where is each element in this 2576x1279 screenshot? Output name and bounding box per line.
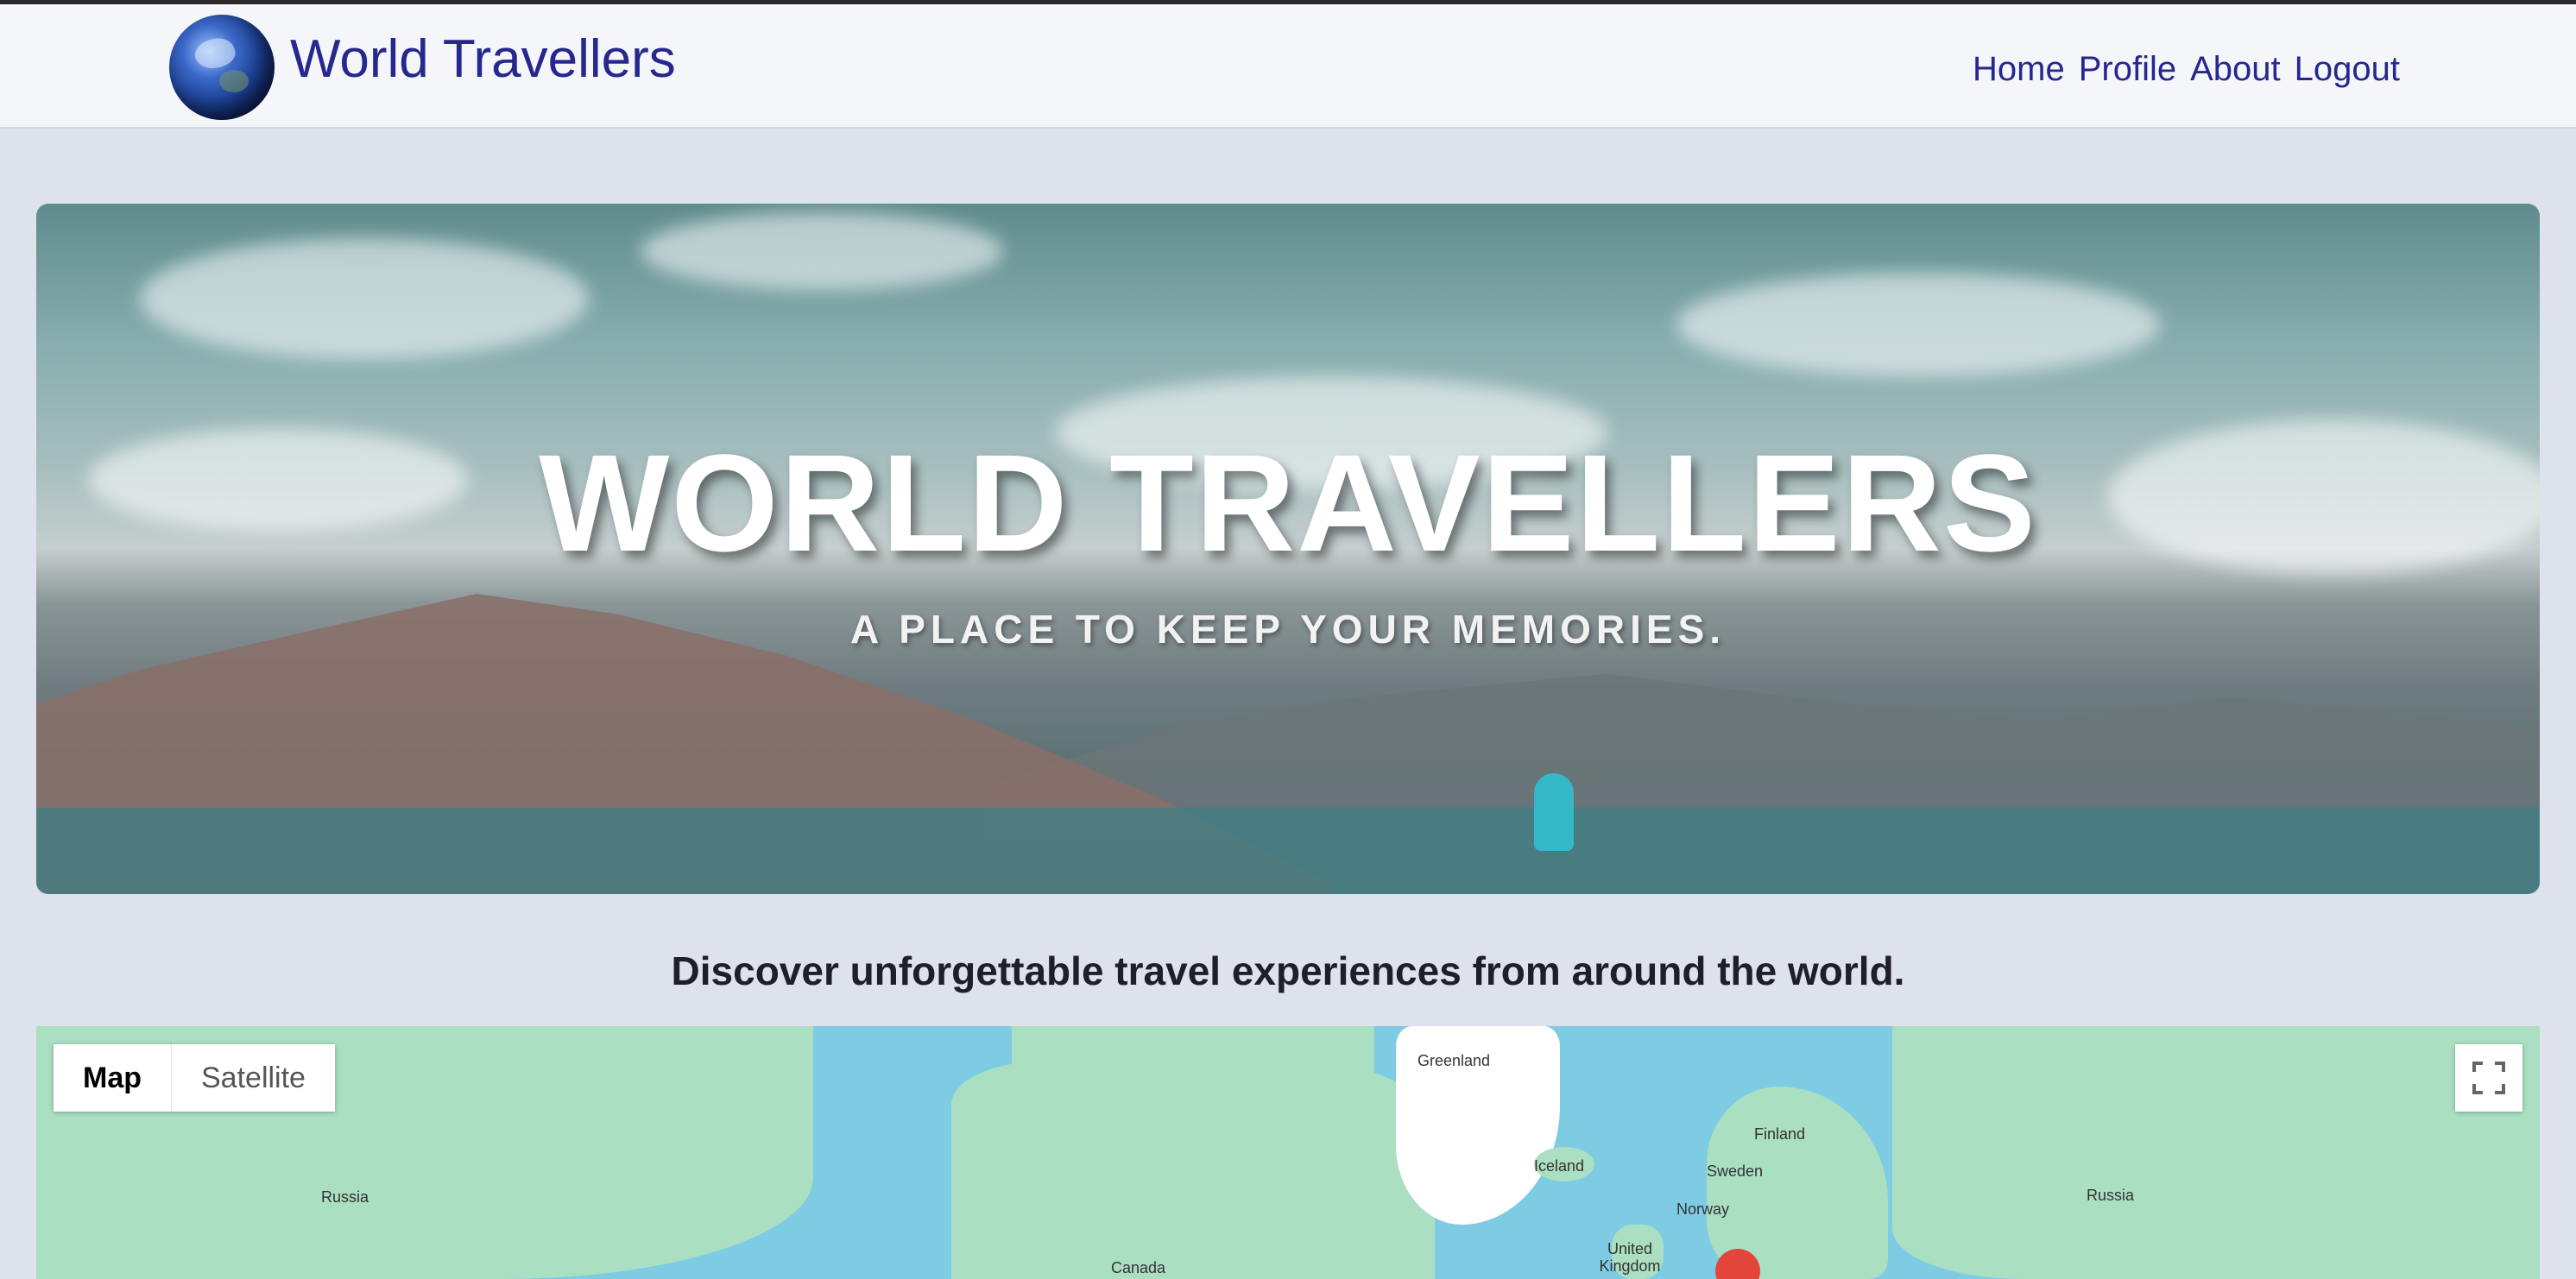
fullscreen-icon xyxy=(2472,1062,2505,1094)
nav-link-home[interactable]: Home xyxy=(1973,43,2065,95)
map-label-sweden: Sweden xyxy=(1707,1162,1764,1180)
world-map[interactable]: Greenland Finland Iceland Sweden Russia … xyxy=(36,1026,2540,1279)
hero-traveler xyxy=(1534,773,1574,851)
fullscreen-button[interactable] xyxy=(2455,1044,2522,1112)
nav-link-profile[interactable]: Profile xyxy=(2079,43,2176,95)
map-land-arctic xyxy=(1012,1026,1374,1130)
hero-water xyxy=(36,808,2540,894)
tagline: Discover unforgettable travel experience… xyxy=(671,948,1905,993)
nav-link-logout[interactable]: Logout xyxy=(2295,43,2400,95)
globe-icon[interactable] xyxy=(169,15,275,120)
map-label-russia-right: Russia xyxy=(2087,1187,2135,1204)
map-label-greenland: Greenland xyxy=(1417,1052,1491,1069)
hero-cloud xyxy=(140,238,589,359)
map-label-finland: Finland xyxy=(1754,1125,1806,1143)
map-label-canada: Canada xyxy=(1111,1259,1166,1276)
map-type-control: Map Satellite xyxy=(54,1044,335,1112)
hero-cloud xyxy=(641,212,1003,290)
navbar: World Travellers Home Profile About Logo… xyxy=(0,4,2576,129)
nav-link-about[interactable]: About xyxy=(2190,43,2281,95)
hero-subtitle: A PLACE TO KEEP YOUR MEMORIES. xyxy=(849,607,1727,652)
map-land-russia xyxy=(1892,1026,2540,1279)
brand-title[interactable]: World Travellers xyxy=(290,25,676,94)
map-type-satellite-button[interactable]: Satellite xyxy=(172,1044,335,1112)
hero-cloud xyxy=(1676,273,2160,376)
nav-links: Home Profile About Logout xyxy=(1973,43,2400,95)
hero-title: WORLD TRAVELLERS xyxy=(539,425,2037,580)
map-label-united-kingdom: United Kingdom xyxy=(1599,1240,1661,1275)
map-type-map-button[interactable]: Map xyxy=(54,1044,172,1112)
hero-banner: WORLD TRAVELLERS A PLACE TO KEEP YOUR ME… xyxy=(36,204,2540,894)
map-label-iceland: Iceland xyxy=(1534,1157,1585,1175)
map-label-russia-left: Russia xyxy=(321,1188,369,1206)
map-label-norway: Norway xyxy=(1676,1200,1730,1218)
